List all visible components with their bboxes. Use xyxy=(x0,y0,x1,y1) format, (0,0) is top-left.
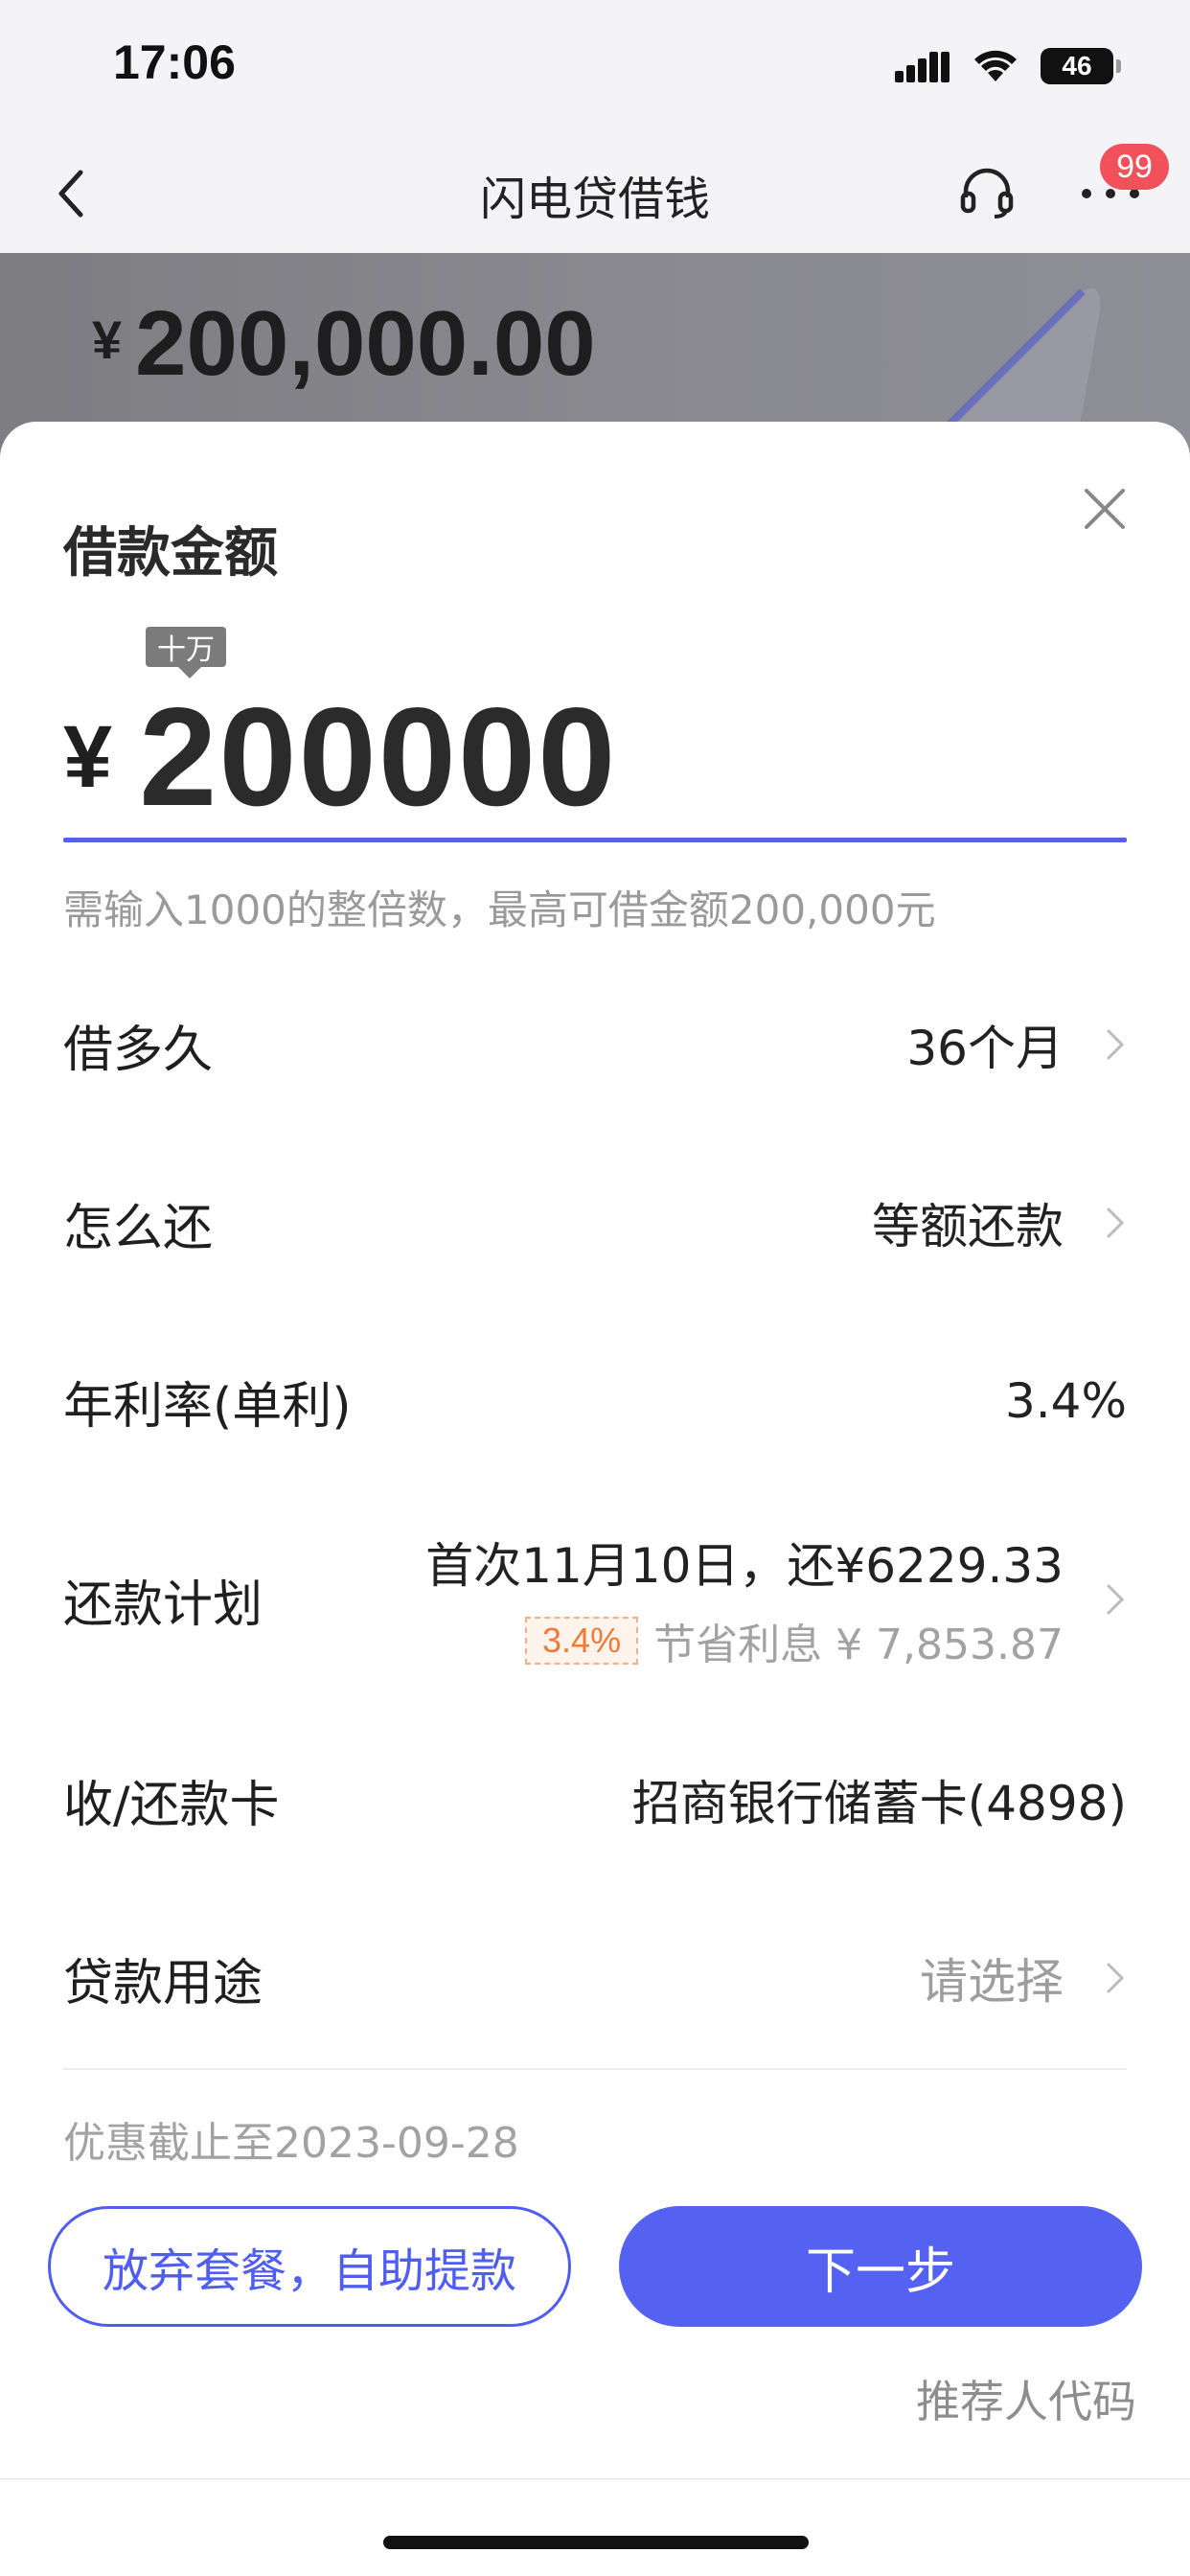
close-icon[interactable] xyxy=(1079,483,1131,535)
abandon-package-button[interactable]: 放弃套餐，自助提款 xyxy=(48,2206,571,2327)
referrer-code-link[interactable]: 推荐人代码 xyxy=(916,2367,1136,2430)
purpose-label: 贷款用途 xyxy=(63,1954,263,2012)
repay-method-row[interactable]: 怎么还 等额还款 xyxy=(63,1181,1127,1265)
chevron-right-icon xyxy=(1107,1584,1125,1615)
purpose-row[interactable]: 贷款用途 请选择 xyxy=(63,1936,1127,2020)
status-icons: 46 xyxy=(895,42,1121,90)
bottom-divider xyxy=(0,2478,1190,2480)
amount-hint: 需输入1000的整倍数，最高可借金额200,000元 xyxy=(63,886,936,933)
card-value: 招商银行储蓄卡(4898) xyxy=(631,1776,1127,1831)
first-repayment-text: 首次11月10日，还¥6229.33 xyxy=(425,1538,1064,1594)
rate-row: 年利率(单利) 3.4% xyxy=(63,1359,1127,1443)
unit-tooltip: 十万 xyxy=(146,627,226,678)
repay-method-value: 等额还款 xyxy=(872,1199,1064,1254)
signal-icon xyxy=(895,52,950,82)
rate-tag: 3.4% xyxy=(525,1617,639,1665)
next-step-button[interactable]: 下一步 xyxy=(619,2206,1142,2327)
battery-icon: 46 xyxy=(1041,48,1121,84)
sheet-title: 借款金额 xyxy=(63,522,278,585)
purpose-value: 请选择 xyxy=(920,1954,1064,2010)
term-row[interactable]: 借多久 36个月 xyxy=(63,1002,1127,1087)
repay-plan-label: 还款计划 xyxy=(63,1576,263,1634)
headset-icon[interactable] xyxy=(956,161,1018,222)
rate-value: 3.4% xyxy=(1004,1373,1127,1429)
amount-value[interactable]: 200000 xyxy=(139,677,617,838)
repay-method-label: 怎么还 xyxy=(63,1199,214,1257)
home-indicator[interactable] xyxy=(383,2536,809,2549)
promo-deadline: 优惠截止至2023-09-28 xyxy=(63,2119,519,2168)
card-row[interactable]: 收/还款卡 招商银行储蓄卡(4898) xyxy=(63,1758,1127,1842)
term-label: 借多久 xyxy=(63,1021,214,1079)
interest-saving-text: 节省利息 ¥ 7,853.87 xyxy=(653,1621,1064,1669)
chevron-right-icon xyxy=(1107,1029,1125,1060)
term-value: 36个月 xyxy=(906,1021,1064,1076)
banner-currency: ¥ xyxy=(92,310,123,370)
amount-currency: ¥ xyxy=(63,707,113,806)
amount-input[interactable]: ¥ 200000 xyxy=(63,671,1127,843)
status-time: 17:06 xyxy=(113,35,236,89)
repay-plan-row[interactable]: 还款计划 首次11月10日，还¥6229.33 3.4% 节省利息 ¥ 7,85… xyxy=(63,1518,1127,1681)
chevron-right-icon xyxy=(1107,1963,1125,1993)
divider xyxy=(63,2068,1127,2070)
banner-amount-value: 200,000.00 xyxy=(135,292,596,395)
amount-underline xyxy=(63,838,1127,842)
card-label: 收/还款卡 xyxy=(63,1776,280,1834)
chevron-right-icon xyxy=(1107,1208,1125,1238)
wifi-icon xyxy=(974,50,1017,81)
rate-label: 年利率(单利) xyxy=(63,1377,352,1436)
status-bar: 17:06 46 xyxy=(0,0,1190,134)
notification-badge: 99 xyxy=(1100,144,1169,190)
nav-bar: 闪电贷借钱 xyxy=(0,134,1190,253)
banner-amount: ¥ 200,000.00 xyxy=(92,291,596,397)
